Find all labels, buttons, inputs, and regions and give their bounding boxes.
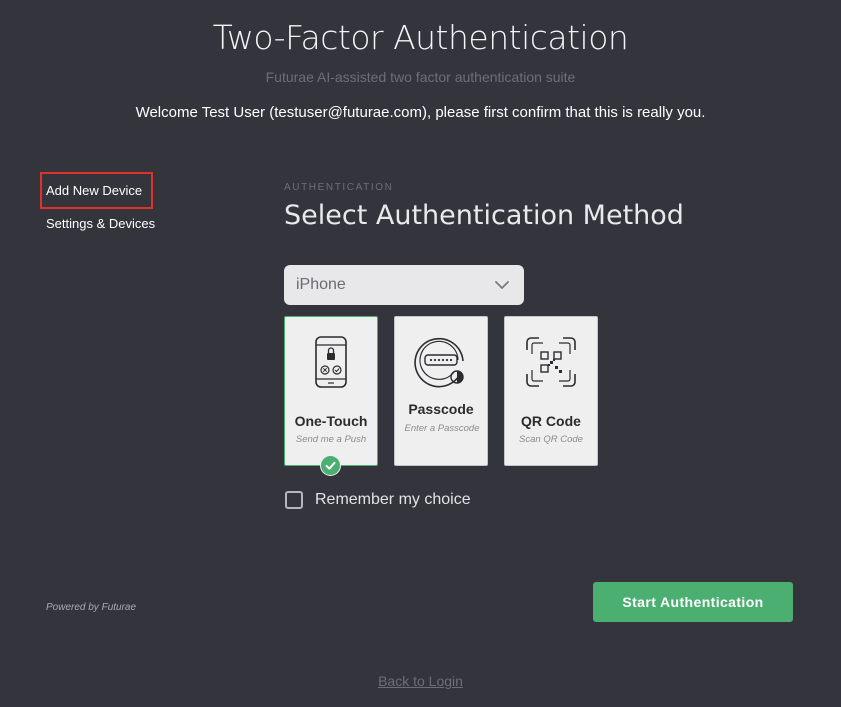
method-name: QR Code: [521, 413, 581, 429]
selected-check-icon: [320, 455, 341, 476]
device-select[interactable]: iPhone: [284, 265, 524, 305]
chevron-down-icon: [495, 281, 509, 289]
passcode-icon: [414, 337, 464, 388]
method-description: Scan QR Code: [519, 434, 583, 445]
device-select-value: iPhone: [296, 276, 346, 293]
remember-choice-checkbox[interactable]: [285, 491, 303, 509]
welcome-message: Welcome Test User (testuser@futurae.com)…: [135, 104, 706, 121]
method-name: One-Touch: [294, 413, 368, 429]
page-title: Two-Factor Authentication: [212, 18, 629, 57]
qr-code-icon: [526, 337, 576, 387]
section-title: Select Authentication Method: [284, 200, 684, 231]
section-label: AUTHENTICATION: [284, 182, 394, 193]
sidebar-item-add-new-device[interactable]: Add New Device: [46, 183, 142, 198]
sidebar-item-settings-devices[interactable]: Settings & Devices: [46, 216, 155, 231]
method-name: Passcode: [408, 401, 474, 417]
back-to-login-wrapper: Back to Login: [0, 673, 841, 689]
method-card-one-touch[interactable]: One-Touch Send me a Push: [284, 316, 378, 466]
start-authentication-button[interactable]: Start Authentication: [593, 582, 793, 622]
method-description: Send me a Push: [295, 434, 367, 445]
method-card-passcode[interactable]: Passcode Enter a Passcode: [394, 316, 488, 466]
powered-by-text: Powered by Futurae: [46, 602, 137, 613]
back-to-login-link[interactable]: Back to Login: [378, 673, 463, 689]
method-card-qr-code[interactable]: QR Code Scan QR Code: [504, 316, 598, 466]
method-description: Enter a Passcode: [404, 423, 480, 434]
remember-choice-label[interactable]: Remember my choice: [315, 491, 471, 509]
page-subtitle: Futurae AI-assisted two factor authentic…: [265, 69, 576, 85]
phone-push-icon: [315, 336, 347, 388]
